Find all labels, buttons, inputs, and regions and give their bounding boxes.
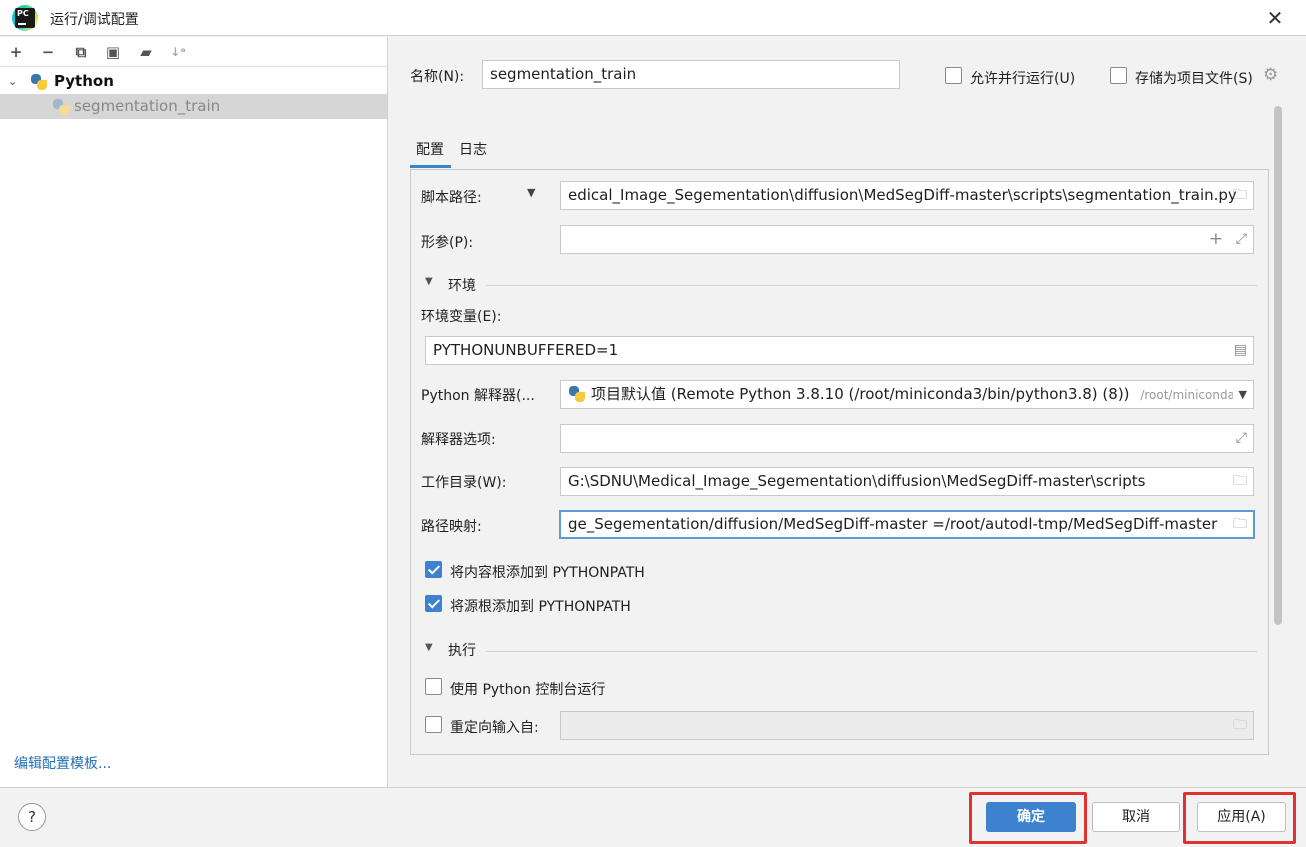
copy-icon[interactable]: ⧉	[70, 41, 92, 63]
interpreter-options-input[interactable]: ⤢	[560, 424, 1254, 453]
interpreter-value: 项目默认值 (Remote Python 3.8.10 (/root/minic…	[591, 385, 1130, 403]
python-icon	[31, 74, 47, 90]
env-vars-value: PYTHONUNBUFFERED=1	[433, 341, 619, 359]
expand-icon[interactable]: ⤢	[1236, 226, 1247, 253]
divider	[486, 285, 1257, 286]
chevron-down-icon: ⌄	[8, 75, 18, 88]
name-input[interactable]: segmentation_train	[482, 60, 900, 89]
folder-icon[interactable]: 🗀	[1233, 182, 1247, 209]
cancel-button[interactable]: 取消	[1092, 802, 1180, 832]
name-label: 名称(N):	[410, 69, 465, 85]
collapse-env-icon[interactable]: ▼	[425, 276, 433, 287]
tree-item-segmentation-train[interactable]: segmentation_train	[0, 94, 387, 119]
use-console-checkbox[interactable]	[425, 678, 442, 695]
close-icon[interactable]: ✕	[1262, 5, 1288, 31]
configuration-editor: 名称(N): segmentation_train 允许并行运行(U) 存储为项…	[389, 37, 1306, 787]
python-icon	[53, 99, 69, 115]
python-icon	[569, 386, 585, 402]
tab-logs[interactable]: 日志	[459, 139, 487, 159]
document-icon[interactable]: ▤	[1234, 337, 1247, 364]
env-section-title: 环境	[448, 278, 476, 294]
params-input[interactable]: + ⤢	[560, 225, 1254, 254]
new-folder-icon[interactable]: ▰	[135, 41, 157, 63]
store-as-project-label: 存储为项目文件(S)	[1135, 71, 1253, 87]
script-path-label: 脚本路径:	[421, 190, 482, 206]
gear-icon[interactable]: ⚙	[1263, 65, 1278, 85]
add-icon[interactable]: +	[5, 41, 27, 63]
expand-icon[interactable]: ⤢	[1236, 425, 1247, 452]
env-vars-input[interactable]: PYTHONUNBUFFERED=1 ▤	[425, 336, 1254, 365]
store-as-project-checkbox[interactable]	[1110, 67, 1127, 84]
path-mapping-value: ge_Segementation/diffusion/MedSegDiff-ma…	[568, 515, 1218, 533]
collapse-exec-icon[interactable]: ▼	[425, 642, 433, 653]
remove-icon[interactable]: −	[37, 41, 59, 63]
save-icon[interactable]: ▣	[102, 41, 124, 63]
tree-item-python[interactable]: ⌄ Python	[0, 69, 387, 94]
window-title: 运行/调试配置	[50, 12, 139, 28]
dialog-footer: ? 确定 取消 应用(A)	[0, 787, 1306, 847]
config-panel: 脚本路径: ▼ edical_Image_Segementation\diffu…	[410, 169, 1269, 755]
add-icon[interactable]: +	[1209, 226, 1223, 253]
add-content-roots-checkbox[interactable]	[425, 561, 442, 578]
working-dir-label: 工作目录(W):	[421, 475, 507, 491]
interpreter-label: Python 解释器(...	[421, 388, 535, 404]
script-path-value: edical_Image_Segementation\diffusion\Med…	[568, 186, 1237, 204]
add-source-roots-checkbox[interactable]	[425, 595, 442, 612]
exec-section-title: 执行	[448, 643, 476, 659]
add-source-roots-label: 将源根添加到 PYTHONPATH	[450, 599, 631, 615]
folder-icon[interactable]: 🗀	[1233, 468, 1247, 495]
interpreter-path-hint: /root/miniconda3	[1140, 388, 1243, 402]
allow-parallel-checkbox[interactable]	[945, 67, 962, 84]
path-mapping-input[interactable]: ge_Segementation/diffusion/MedSegDiff-ma…	[559, 510, 1255, 539]
ok-button[interactable]: 确定	[986, 802, 1076, 832]
use-console-label: 使用 Python 控制台运行	[450, 682, 606, 698]
title-bar: PC 运行/调试配置 ✕	[0, 0, 1306, 36]
apply-button[interactable]: 应用(A)	[1197, 802, 1286, 832]
help-button[interactable]: ?	[18, 803, 46, 831]
params-label: 形参(P):	[421, 235, 474, 251]
tree-toolbar: + − ⧉ ▣ ▰ ↓ᵃ	[0, 37, 387, 67]
working-dir-input[interactable]: G:\SDNU\Medical_Image_Segementation\diff…	[560, 467, 1254, 496]
scrollbar[interactable]	[1274, 106, 1282, 625]
tree-item-label: Python	[54, 72, 114, 90]
folder-icon[interactable]: 🗀	[1233, 512, 1247, 537]
allow-parallel-label: 允许并行运行(U)	[970, 71, 1076, 87]
edit-templates-link[interactable]: 编辑配置模板...	[14, 753, 111, 773]
divider	[486, 651, 1257, 652]
script-type-dropdown[interactable]: ▼	[527, 186, 535, 199]
add-content-roots-label: 将内容根添加到 PYTHONPATH	[450, 565, 645, 581]
tab-config[interactable]: 配置	[416, 139, 444, 159]
redirect-input-label: 重定向输入自:	[450, 720, 539, 736]
pycharm-icon: PC	[15, 8, 35, 28]
chevron-down-icon[interactable]: ▼	[1232, 381, 1247, 408]
active-tab-indicator	[410, 165, 451, 168]
tree-item-label: segmentation_train	[74, 97, 221, 115]
redirect-input-checkbox[interactable]	[425, 716, 442, 733]
script-path-input[interactable]: edical_Image_Segementation\diffusion\Med…	[560, 181, 1254, 210]
redirect-input-field[interactable]: 🗀	[560, 711, 1254, 740]
sort-icon[interactable]: ↓ᵃ	[167, 41, 189, 63]
interpreter-options-label: 解释器选项:	[421, 432, 496, 448]
env-vars-label: 环境变量(E):	[421, 309, 502, 325]
path-mapping-label: 路径映射:	[421, 519, 482, 535]
configuration-tree-pane: + − ⧉ ▣ ▰ ↓ᵃ ⌄ Python segmentation_train…	[0, 37, 388, 787]
interpreter-select[interactable]: 项目默认值 (Remote Python 3.8.10 (/root/minic…	[560, 380, 1254, 409]
folder-icon[interactable]: 🗀	[1233, 712, 1247, 739]
working-dir-value: G:\SDNU\Medical_Image_Segementation\diff…	[568, 472, 1146, 490]
